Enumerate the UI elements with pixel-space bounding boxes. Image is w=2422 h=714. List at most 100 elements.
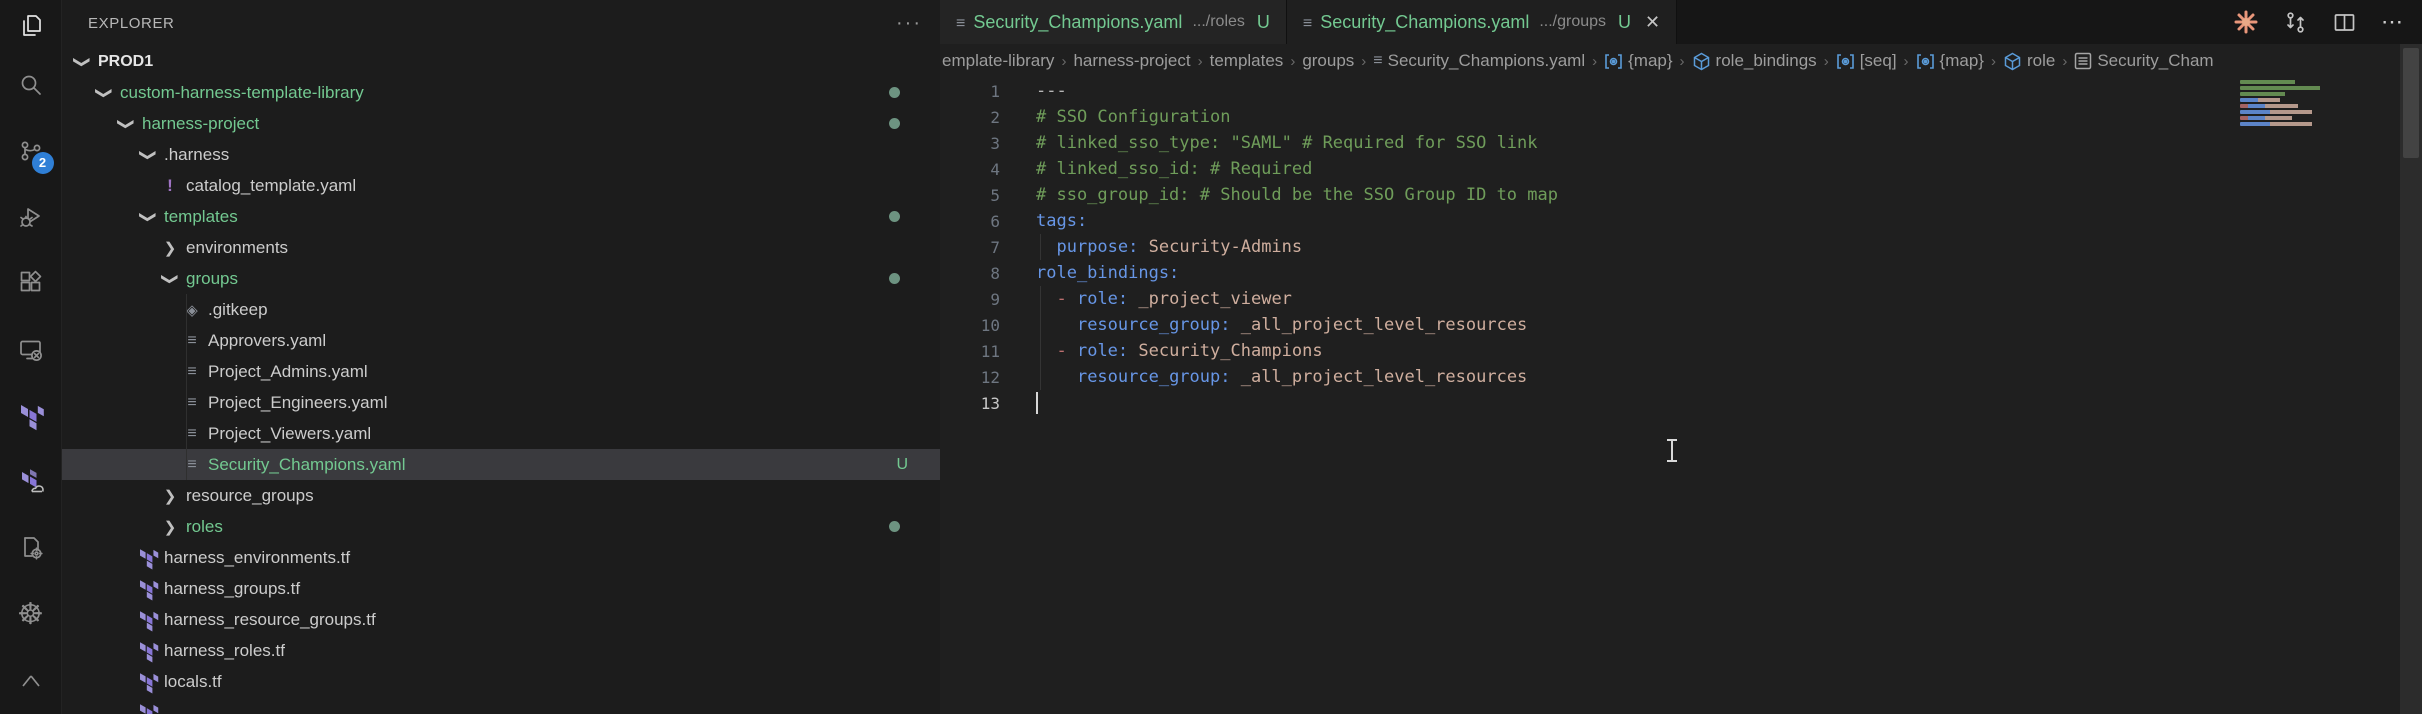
cube-icon xyxy=(1692,52,1711,71)
tree-item-label: Project_Viewers.yaml xyxy=(208,424,371,444)
tree-item-label: Approvers.yaml xyxy=(208,331,326,351)
breadcrumb-map[interactable]: {map} xyxy=(1916,51,1984,71)
tab-path-hint: .../groups xyxy=(1539,13,1606,31)
scrollbar-thumb[interactable] xyxy=(2403,48,2419,158)
code-line-10: 10 resource_group: _all_project_level_re… xyxy=(940,312,2400,338)
breadcrumb-groups[interactable]: groups xyxy=(1302,51,1354,71)
tree-item-security-champions-yaml[interactable]: ≡Security_Champions.yamlU xyxy=(62,449,940,480)
tree-item-harness-roles-tf[interactable]: harness_roles.tf xyxy=(62,635,940,666)
terraform-file-icon xyxy=(136,667,160,697)
tree-item-label: templates xyxy=(164,207,238,227)
tree-item-catalog-template-yaml[interactable]: !catalog_template.yaml xyxy=(62,170,940,201)
breadcrumb-templates[interactable]: templates xyxy=(1210,51,1284,71)
line-text: # linked_sso_type: "SAML" # Required for… xyxy=(1036,133,1538,153)
breadcrumb-label: templates xyxy=(1210,51,1284,71)
tree-item-label: harness_resource_groups.tf xyxy=(164,610,376,630)
git-modified-dot xyxy=(889,273,900,284)
code-line-8: 8role_bindings: xyxy=(940,260,2400,286)
code-line-7: 7 purpose: Security-Admins xyxy=(940,234,2400,260)
chevron-down-icon xyxy=(136,146,160,164)
tree-item-approvers-yaml[interactable]: ≡Approvers.yaml xyxy=(62,325,940,356)
tree-item-harness-resource-groups-tf[interactable]: harness_resource_groups.tf xyxy=(62,604,940,635)
breadcrumb-label: role xyxy=(2027,51,2055,71)
tree-item-custom-harness-template-library[interactable]: custom-harness-template-library xyxy=(62,77,940,108)
tree-item-label: harness-project xyxy=(142,114,259,134)
tree-item-label: locals.tf xyxy=(164,672,222,692)
tree-item-roles[interactable]: roles xyxy=(62,511,940,542)
indent-guide xyxy=(1040,338,1041,364)
tree-item-project-engineers-yaml[interactable]: ≡Project_Engineers.yaml xyxy=(62,387,940,418)
compare-changes-icon[interactable] xyxy=(2283,10,2308,35)
explorer-icon[interactable] xyxy=(0,0,62,51)
breadcrumb-label: {map} xyxy=(1940,51,1984,71)
tree-item-label: .gitkeep xyxy=(208,300,268,320)
split-editor-icon[interactable] xyxy=(2332,10,2357,35)
breadcrumb-security-cham[interactable]: Security_Cham xyxy=(2074,51,2213,71)
indent-guide xyxy=(186,418,187,449)
kubernetes-icon[interactable]: ☸ xyxy=(0,581,62,647)
breadcrumb-emplate-library[interactable]: emplate-library xyxy=(942,51,1054,71)
line-number: 8 xyxy=(940,264,1000,283)
breadcrumb-label: Security_Champions.yaml xyxy=(1388,51,1585,71)
line-text: purpose: Security-Admins xyxy=(1036,237,1302,257)
breadcrumb-harness-project[interactable]: harness-project xyxy=(1073,51,1190,71)
close-icon[interactable]: ✕ xyxy=(1645,12,1660,33)
tools-file-icon[interactable] xyxy=(0,515,62,581)
tree-item-templates[interactable]: templates xyxy=(62,201,940,232)
tree-item-label: groups xyxy=(186,269,238,289)
breadcrumb-seq[interactable]: [seq] xyxy=(1836,51,1897,71)
partial-bottom-icon[interactable] xyxy=(0,648,62,714)
tree-item-harness-environments-tf[interactable]: harness_environments.tf xyxy=(62,542,940,573)
breadcrumb-separator: › xyxy=(1904,53,1909,70)
terraform-cloud-icon[interactable] xyxy=(0,449,62,515)
tree-item-project-viewers-yaml[interactable]: ≡Project_Viewers.yaml xyxy=(62,418,940,449)
tab-security-champions-yaml-roles[interactable]: ≡Security_Champions.yaml.../rolesU xyxy=(940,0,1287,44)
breadcrumb-label: role_bindings xyxy=(1716,51,1817,71)
line-number: 1 xyxy=(940,82,1000,101)
tab-security-champions-yaml-groups[interactable]: ≡Security_Champions.yaml.../groupsU✕ xyxy=(1287,0,1677,44)
line-text: - role: _project_viewer xyxy=(1036,289,1292,309)
tree-item-groups[interactable]: groups xyxy=(62,263,940,294)
tree-item-gitkeep[interactable]: ◈.gitkeep xyxy=(62,294,940,325)
tree-item-harness[interactable]: .harness xyxy=(62,139,940,170)
source-control-icon[interactable]: 2 xyxy=(0,118,62,184)
yaml-icon: ≡ xyxy=(1373,52,1382,70)
tree-item-label: Project_Engineers.yaml xyxy=(208,393,388,413)
line-text: # linked_sso_id: # Required xyxy=(1036,159,1312,179)
git-modified-dot xyxy=(889,87,900,98)
more-actions-icon[interactable]: ⋯ xyxy=(2381,9,2404,35)
code-editor[interactable]: 1---2# SSO Configuration3# linked_sso_ty… xyxy=(940,78,2400,714)
tree-item-harness-groups-tf[interactable]: harness_groups.tf xyxy=(62,573,940,604)
chevron-right-icon xyxy=(158,487,182,505)
minimap[interactable] xyxy=(2240,80,2340,140)
starburst-extension-icon[interactable] xyxy=(2233,9,2259,35)
tab-untracked-badge: U xyxy=(1618,12,1631,33)
tree-item-partial[interactable] xyxy=(62,697,940,714)
tree-item-locals-tf[interactable]: locals.tf xyxy=(62,666,940,697)
search-icon[interactable] xyxy=(0,51,62,117)
breadcrumb-separator: › xyxy=(1290,53,1295,70)
extensions-icon[interactable] xyxy=(0,250,62,316)
git-file-icon: ◈ xyxy=(180,301,204,319)
tree-item-label: Project_Admins.yaml xyxy=(208,362,368,382)
breadcrumb-role[interactable]: role xyxy=(2003,51,2055,71)
breadcrumb-role-bindings[interactable]: role_bindings xyxy=(1692,51,1817,71)
tree-item-harness-project[interactable]: harness-project xyxy=(62,108,940,139)
breadcrumb-map[interactable]: {map} xyxy=(1604,51,1672,71)
terraform-icon[interactable] xyxy=(0,383,62,449)
editor-scrollbar[interactable] xyxy=(2400,44,2422,714)
tree-item-prod1[interactable]: PROD1 xyxy=(62,46,940,77)
sidebar-more-actions-icon[interactable]: ··· xyxy=(896,12,922,35)
indent-guide xyxy=(186,294,187,325)
tree-item-environments[interactable]: environments xyxy=(62,232,940,263)
tree-item-resource-groups[interactable]: resource_groups xyxy=(62,480,940,511)
chevron-right-icon xyxy=(158,239,182,257)
tree-item-label: roles xyxy=(186,517,223,537)
breadcrumb-separator: › xyxy=(1361,53,1366,70)
tree-item-project-admins-yaml[interactable]: ≡Project_Admins.yaml xyxy=(62,356,940,387)
breadcrumb-security-champions-yaml[interactable]: ≡ Security_Champions.yaml xyxy=(1373,51,1585,71)
run-debug-icon[interactable] xyxy=(0,184,62,250)
remote-explorer-icon[interactable] xyxy=(0,316,62,382)
yaml-file-icon: ≡ xyxy=(180,332,204,350)
indent-guide xyxy=(1040,364,1041,390)
